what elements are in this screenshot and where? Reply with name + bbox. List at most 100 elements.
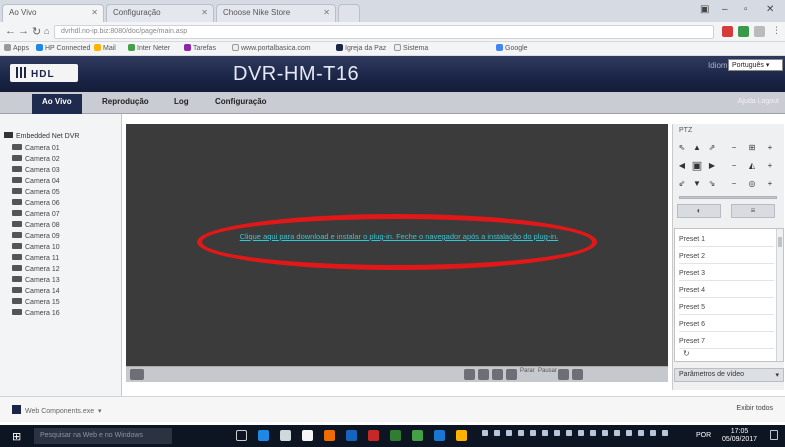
back-icon[interactable]: ← [5,25,16,37]
tray-icon[interactable] [650,430,656,436]
device-tree-root[interactable]: Embedded Net DVR [4,132,79,140]
bookmark-item[interactable]: HP Connected [36,44,90,52]
camera-item[interactable]: Camera 11 [12,254,59,262]
tray-icon[interactable] [662,430,668,436]
language-indicator[interactable]: POR [696,432,711,439]
camera-item[interactable]: Camera 16 [12,309,60,317]
ptz-up-right[interactable]: ⇗ [705,142,719,154]
ptz-up-left[interactable]: ⇖ [675,142,689,154]
camera-item[interactable]: Camera 03 [12,166,60,174]
camera-item[interactable]: Camera 08 [12,221,60,229]
list-item[interactable]: Preset 1 [679,232,774,247]
ptz-light-button[interactable]: ◐ [677,204,721,218]
tray-icon[interactable] [590,430,596,436]
ptz-right[interactable]: ▶ [705,160,719,172]
bookmark-item[interactable]: Apps [4,44,29,52]
forward-icon[interactable]: → [18,25,29,37]
focus-out-icon[interactable]: − [727,160,741,172]
extension-icon[interactable] [738,26,749,37]
excel-icon[interactable] [390,430,401,441]
chrome-icon[interactable] [412,430,423,441]
extension-icon[interactable] [722,26,733,37]
zoom-icon[interactable] [506,369,517,380]
help-logout-links[interactable]: Ajuda Logout [738,98,779,105]
menu-icon[interactable]: ⋮ [772,25,781,36]
tray-icon[interactable] [506,430,512,436]
camera-item[interactable]: Camera 13 [12,276,60,284]
camera-item[interactable]: Camera 04 [12,177,60,185]
bookmark-item[interactable]: Mail [94,44,116,52]
iris-icon[interactable]: ◎ [745,178,759,190]
app-icon[interactable] [434,430,445,441]
camera-item[interactable]: Camera 09 [12,232,60,240]
list-item[interactable]: Preset 3 [679,266,774,281]
list-item[interactable]: Preset 5 [679,300,774,315]
list-item[interactable]: Preset 4 [679,283,774,298]
iris-out-icon[interactable]: − [727,178,741,190]
camera-item[interactable]: Camera 14 [12,287,60,295]
ptz-down-left[interactable]: ⇙ [675,178,689,190]
camera-item[interactable]: Camera 10 [12,243,60,251]
camera-item[interactable]: Camera 05 [12,188,60,196]
close-icon[interactable]: ✕ [323,8,330,17]
taskbar-clock[interactable]: 17:05 05/09/2017 [722,428,757,444]
word-icon[interactable] [346,430,357,441]
focus-icon[interactable]: ◭ [745,160,759,172]
ptz-down[interactable]: ▼ [690,178,704,190]
tray-icon[interactable] [554,430,560,436]
close-icon[interactable]: ✕ [91,8,98,17]
close-window-icon[interactable]: ✕ [766,4,774,15]
tray-icon[interactable] [482,430,488,436]
tray-icon[interactable] [530,430,536,436]
tray-icon[interactable] [614,430,620,436]
tab-reproducao[interactable]: Reprodução [102,97,149,106]
maximize-icon[interactable]: ▫ [744,4,748,15]
browser-tab-nike[interactable]: Choose Nike Store ✕ [216,4,336,22]
extension-icon[interactable] [754,26,765,37]
tray-icon[interactable] [494,430,500,436]
window-layout-icon[interactable] [130,369,144,380]
list-item[interactable]: Preset 6 [679,317,774,332]
bookmark-item[interactable]: Google [496,44,528,52]
camera-item[interactable]: Camera 15 [12,298,60,306]
bookmark-item[interactable]: www.portalbasica.com [232,44,311,52]
ptz-auto[interactable]: ▣ [690,160,704,172]
zoom-in-icon[interactable]: + [763,142,777,154]
windows-start-icon[interactable]: ⊞ [12,430,21,443]
bookmark-item[interactable]: Igreja da Paz [336,44,386,52]
reload-icon[interactable]: ↻ [32,25,41,38]
tab-log[interactable]: Log [174,97,189,106]
ptz-down-right[interactable]: ⇘ [705,178,719,190]
close-icon[interactable]: ✕ [201,8,208,17]
record-icon[interactable] [478,369,489,380]
scrollbar[interactable] [776,229,783,361]
minimize-icon[interactable]: – [722,4,728,15]
camera-item[interactable]: Camera 01 [12,144,60,152]
video-params-dropdown[interactable]: Parâmetros de vídeo ▾ [674,368,784,382]
capture-icon[interactable] [464,369,475,380]
ptz-speed-slider[interactable] [679,196,777,199]
app-icon[interactable] [324,430,335,441]
app-icon[interactable] [456,430,467,441]
bookmark-item[interactable]: Tarefas [184,44,216,52]
folder-icon[interactable] [302,430,313,441]
show-all-downloads-link[interactable]: Exibir todos [736,405,773,412]
pause-button[interactable]: Pausar [538,368,557,380]
zoom-icon[interactable]: ⊞ [745,142,759,154]
download-item[interactable]: Web Components.exe ▾ [12,405,102,415]
camera-item[interactable]: Camera 06 [12,199,60,207]
url-input[interactable]: dvrhdl.no-ip.biz:8080/doc/page/main.asp [54,25,714,39]
camera-item[interactable]: Camera 02 [12,155,60,163]
volume-icon[interactable] [572,369,583,380]
bookmark-item[interactable]: Sistema [394,44,428,52]
tray-icon[interactable] [542,430,548,436]
tray-icon[interactable] [602,430,608,436]
language-select[interactable]: Português ▾ [728,59,783,71]
tray-icon[interactable] [626,430,632,436]
list-item[interactable]: Preset 7 [679,334,774,349]
ptz-left[interactable]: ◀ [675,160,689,172]
notifications-icon[interactable] [770,430,778,440]
audio-icon[interactable] [558,369,569,380]
home-icon[interactable]: ⌂ [44,26,49,36]
tray-icon[interactable] [638,430,644,436]
